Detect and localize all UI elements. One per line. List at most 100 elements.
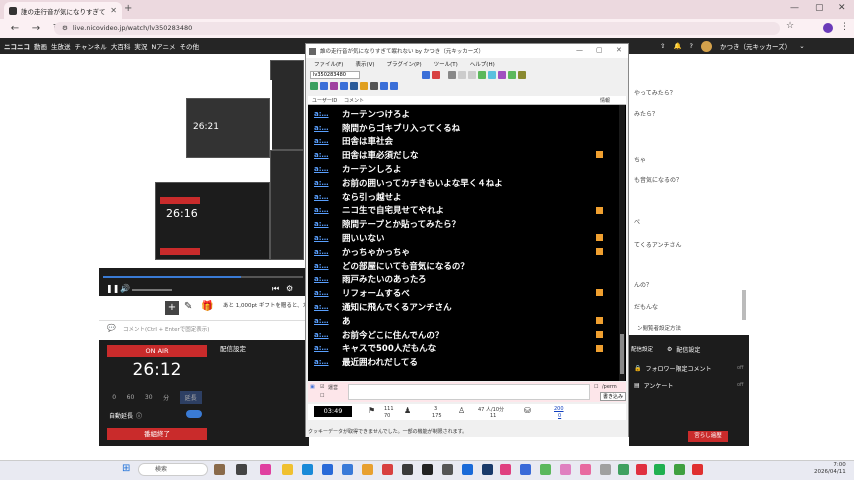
extend-button[interactable]: 延長 bbox=[179, 390, 202, 404]
menu-view[interactable]: 表示(V) bbox=[355, 60, 374, 68]
tool-icon[interactable] bbox=[478, 70, 486, 79]
plus-icon[interactable]: + bbox=[165, 301, 179, 315]
comment-user-id[interactable]: a:… bbox=[308, 110, 336, 118]
comment-row[interactable]: a:… 囲いいない bbox=[308, 231, 618, 245]
app-minimize-icon[interactable]: — bbox=[576, 46, 583, 54]
auto-extend-toggle[interactable] bbox=[186, 410, 202, 418]
comment-row[interactable]: a:… なら引っ越せよ bbox=[308, 190, 618, 204]
tool-icon[interactable] bbox=[380, 82, 388, 90]
taskbar-app-icon[interactable] bbox=[636, 464, 647, 475]
taskbar-app-icon[interactable] bbox=[236, 464, 247, 475]
nav-nanime[interactable]: Nアニメ bbox=[151, 41, 175, 51]
stat-link[interactable]: 0 bbox=[558, 413, 561, 419]
tool-icon[interactable] bbox=[370, 82, 378, 90]
comment-user-id[interactable]: a:… bbox=[308, 289, 336, 297]
close-window-icon[interactable]: ✕ bbox=[838, 3, 846, 13]
taskbar-app-icon[interactable] bbox=[342, 464, 353, 475]
app-close-icon[interactable]: ✕ bbox=[616, 46, 622, 54]
rewind-icon[interactable]: ⏮ bbox=[272, 284, 279, 294]
comment-row[interactable]: a:… 田舎は車社会 bbox=[308, 135, 618, 149]
tool-icon[interactable] bbox=[458, 70, 466, 79]
tab-close-icon[interactable]: ✕ bbox=[110, 6, 117, 15]
nav-video[interactable]: 動画 bbox=[34, 41, 47, 51]
comment-user-id[interactable]: a:… bbox=[308, 303, 336, 311]
option-checkbox[interactable]: ☐ bbox=[320, 393, 324, 399]
duration-30[interactable]: 30 bbox=[145, 394, 153, 401]
nav-jikkyo[interactable]: 実況 bbox=[134, 41, 147, 51]
browser-tab[interactable]: 誰の走行音が気になりすぎて困れない… ✕ bbox=[4, 2, 122, 19]
taskbar-app-icon[interactable] bbox=[674, 464, 685, 475]
comment-row[interactable]: a:… 隙間テープとか貼ってみたら？ bbox=[308, 217, 618, 231]
taskbar-app-icon[interactable] bbox=[422, 464, 433, 475]
chevron-down-icon[interactable]: ⌄ bbox=[799, 42, 804, 50]
tool-icon[interactable] bbox=[310, 82, 318, 90]
url-field[interactable]: ⚙ live.nicovideo.jp/watch/lv350283480 bbox=[54, 22, 780, 35]
setting-item[interactable]: ▤ アンケート bbox=[634, 381, 673, 390]
taskbar-app-icon[interactable] bbox=[442, 464, 453, 475]
comment-row[interactable]: a:… 隙間からゴキブリ入ってくるね bbox=[308, 121, 618, 135]
windows-start-icon[interactable]: ⊞ bbox=[122, 463, 130, 474]
perm-checkbox[interactable]: ☐ bbox=[594, 384, 598, 390]
comment-user-id[interactable]: a:… bbox=[308, 262, 336, 270]
profile-avatar[interactable] bbox=[823, 23, 833, 33]
comment-user-id[interactable]: a:… bbox=[308, 248, 336, 256]
comment-row[interactable]: a:… お前の囲いってカチきもいよな早く４ねよ bbox=[308, 176, 618, 190]
connect-icon[interactable] bbox=[422, 70, 430, 79]
toggle-state[interactable]: off bbox=[737, 382, 744, 388]
tool-icon[interactable] bbox=[508, 70, 516, 79]
visit-settings-label[interactable]: ン閲覧者設定方法 bbox=[637, 324, 681, 332]
mod-checkbox[interactable]: ☑ bbox=[320, 384, 324, 390]
comment-row[interactable]: a:… カーテンつけろよ bbox=[308, 107, 618, 121]
comment-user-id[interactable]: a:… bbox=[308, 165, 336, 173]
taskbar-app-icon[interactable] bbox=[382, 464, 393, 475]
site-info-icon[interactable]: ⚙ bbox=[62, 22, 68, 35]
taskbar-app-icon[interactable] bbox=[500, 464, 511, 475]
tool-icon[interactable] bbox=[448, 70, 456, 79]
bookmark-star-icon[interactable]: ☆ bbox=[786, 21, 794, 31]
user-avatar[interactable] bbox=[701, 40, 712, 52]
comment-scrollbar-thumb[interactable] bbox=[620, 334, 624, 374]
taskbar-app-icon[interactable] bbox=[260, 464, 271, 475]
tool-icon[interactable] bbox=[498, 70, 506, 79]
col-info[interactable]: 情報 bbox=[600, 97, 610, 104]
taskbar-app-icon[interactable] bbox=[214, 464, 225, 475]
taskbar-app-icon[interactable] bbox=[618, 464, 629, 475]
menu-help[interactable]: ヘルプ(H) bbox=[470, 60, 495, 68]
comment-row[interactable]: a:… かっちゃかっちゃ bbox=[308, 245, 618, 259]
menu-file[interactable]: ファイル(F) bbox=[314, 60, 343, 68]
tool-icon[interactable] bbox=[350, 82, 358, 90]
browser-menu-icon[interactable]: ⋮ bbox=[840, 22, 849, 32]
toggle-state[interactable]: off bbox=[737, 365, 744, 371]
taskbar-search[interactable]: 検索 bbox=[138, 463, 208, 476]
taskbar-app-icon[interactable] bbox=[520, 464, 531, 475]
settings-icon[interactable]: ⚙ bbox=[286, 284, 293, 293]
comment-user-id[interactable]: a:… bbox=[308, 151, 336, 159]
taskbar-app-icon[interactable] bbox=[692, 464, 703, 475]
page-scrollbar[interactable] bbox=[742, 290, 746, 320]
live-id-field[interactable]: lv350283480 bbox=[310, 70, 360, 79]
comment-user-id[interactable]: a:… bbox=[308, 193, 336, 201]
taskbar-app-icon[interactable] bbox=[580, 464, 591, 475]
comment-user-id[interactable]: a:… bbox=[308, 124, 336, 132]
comment-row[interactable]: a:… 田舎は車必須だしな bbox=[308, 148, 618, 162]
ad-icon[interactable]: ✎ bbox=[184, 301, 192, 312]
tool-icon[interactable] bbox=[340, 82, 348, 90]
menu-plugin[interactable]: プラグイン(P) bbox=[387, 60, 422, 68]
col-user-id[interactable]: ユーザーID bbox=[312, 97, 337, 104]
nav-other[interactable]: その他 bbox=[180, 41, 200, 51]
tool-icon[interactable] bbox=[518, 70, 526, 79]
comment-user-id[interactable]: a:… bbox=[308, 234, 336, 242]
comment-row[interactable]: a:… 雨戸みたいのあったろ bbox=[308, 273, 618, 287]
comment-user-id[interactable]: a:… bbox=[308, 137, 336, 145]
nav-dic[interactable]: 大百科 bbox=[111, 41, 131, 51]
taskbar-app-icon[interactable] bbox=[402, 464, 413, 475]
nav-channel[interactable]: チャンネル bbox=[75, 41, 107, 51]
setting-item[interactable]: ⚙ 配信設定 bbox=[667, 345, 700, 354]
taskbar-clock[interactable]: 7:00 2026/04/11 bbox=[814, 462, 846, 476]
comment-user-id[interactable]: a:… bbox=[308, 220, 336, 228]
taskbar-app-icon[interactable] bbox=[560, 464, 571, 475]
end-broadcast-button[interactable]: 番組終了 bbox=[107, 428, 207, 440]
comment-row[interactable]: a:… あ bbox=[308, 314, 618, 328]
pause-icon[interactable]: ❚❚ bbox=[106, 284, 119, 293]
comment-row[interactable]: a:… カーテンしろよ bbox=[308, 162, 618, 176]
